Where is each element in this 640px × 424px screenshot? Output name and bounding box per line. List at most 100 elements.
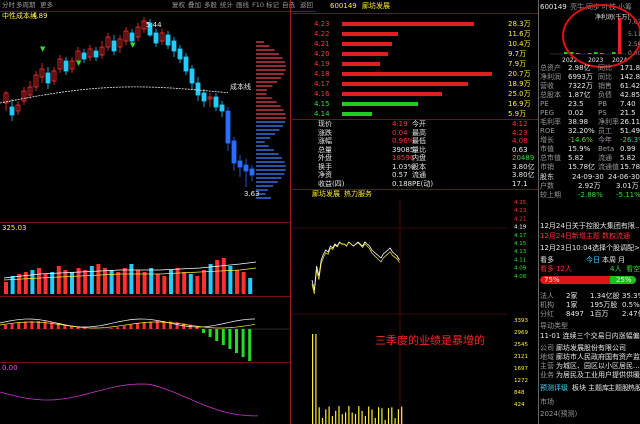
fin-label: PS	[598, 109, 607, 117]
volume-axis-tick: 1272	[514, 378, 528, 384]
chip-bar	[256, 185, 274, 187]
price-axis-tick: 4.25	[514, 200, 527, 206]
intraday-volume-bar	[318, 407, 320, 424]
holders-label: 股东	[540, 173, 554, 181]
chip-bar	[256, 161, 285, 163]
fin-value: 1.87亿	[568, 91, 591, 99]
intraday-volume-bar	[361, 410, 363, 424]
btn-f10[interactable]: F10	[252, 1, 264, 10]
volume-bar	[89, 266, 94, 294]
btn-overlay[interactable]: 叠加	[188, 1, 201, 10]
news-item[interactable]: 12月23日10:04选择个股调配>	[540, 244, 640, 253]
intraday-volume-bar	[341, 414, 343, 424]
macd-bar	[208, 329, 212, 337]
intraday-chart[interactable]: 4.25 4.23 4.21 4.19 4.17 4.15 4.13 4.11 4.09 4.08…	[292, 200, 538, 424]
holders-row2-a: -2.88%	[578, 191, 603, 199]
news-item[interactable]: 12月24日关于控股大集团有限...	[540, 222, 640, 231]
intraday-volume-bar	[391, 407, 393, 424]
bid-volume-bar	[342, 92, 442, 96]
fin-value: 51.49	[620, 127, 640, 135]
volume-bar	[50, 272, 55, 294]
chip-bar	[256, 145, 269, 147]
fin-label: 销售	[598, 82, 612, 90]
macd-chart[interactable]	[0, 297, 290, 362]
bid-volume: 20.7万	[508, 70, 531, 78]
bid-price: 4.15	[314, 100, 330, 108]
price-axis-tick: 4.09	[514, 266, 527, 272]
bid-price: 4.16	[314, 90, 330, 98]
btn-adjust[interactable]: 复权	[172, 1, 185, 10]
events-label: 导动类型	[540, 322, 568, 330]
fin-label: PE	[540, 100, 549, 108]
macd-bar	[4, 325, 7, 329]
rating-value: 8497	[566, 310, 584, 318]
volume-bar	[4, 282, 8, 294]
ask-volume-bar	[342, 52, 388, 56]
rating-value: 1家	[566, 301, 578, 309]
sub-indicator-chart[interactable]	[0, 372, 290, 424]
ask-volume: 7.9万	[508, 60, 527, 68]
tab-theme-stock[interactable]: 主题股	[608, 384, 629, 393]
cost-line	[0, 86, 229, 104]
chip-bar	[256, 125, 283, 127]
bull-label: 看多	[540, 265, 554, 273]
signal-arrow-icon: ▼	[76, 59, 82, 67]
poll-tab-week[interactable]: 本周	[602, 256, 616, 265]
signal-arrow-icon: ▼	[40, 45, 46, 53]
macd-bar	[10, 323, 14, 329]
tab-forecast[interactable]: 预测评级	[540, 384, 568, 393]
fin-value: 42.85%	[620, 91, 640, 99]
bid-volume: 25.0万	[508, 90, 531, 98]
chip-bar	[256, 101, 277, 103]
ask-volume: 9.7万	[508, 50, 527, 58]
tab-multi-period[interactable]: 多周期	[16, 1, 36, 10]
volume-chart[interactable]	[0, 234, 290, 296]
macd-bar	[136, 323, 139, 329]
intraday-volume-bar	[384, 419, 386, 424]
rating-value: 195万股	[590, 301, 618, 309]
chip-bar	[256, 69, 286, 71]
btn-mark[interactable]: 标记	[266, 1, 279, 10]
tab-theme-lib[interactable]: 主题库	[588, 384, 609, 393]
news-item[interactable]: 12月24日新增主题 数权流通	[540, 232, 630, 241]
ask-price: 4.19	[314, 60, 330, 68]
tab-sector-list[interactable]: 板块	[572, 384, 586, 393]
chip-bar	[256, 109, 284, 111]
intraday-volume-bar	[331, 416, 333, 424]
volume-bar	[175, 268, 180, 294]
holders-row1-b: 3.01万	[616, 182, 639, 190]
price-axis-tick: 4.13	[514, 249, 527, 255]
candle-body	[243, 164, 249, 172]
fin-label: 负债	[598, 91, 612, 99]
rating-value: 2.47亿股	[622, 310, 640, 318]
bull-count: 12人	[556, 265, 572, 273]
btn-multi[interactable]: 多股	[204, 1, 217, 10]
tab-sector[interactable]: 热力服务	[344, 190, 372, 199]
volume-bar	[103, 268, 107, 294]
fin-value: 7322万	[568, 82, 593, 90]
candle-body	[231, 140, 237, 164]
tab-more[interactable]: 更多	[40, 1, 53, 10]
quote-stats: 现价 4.19 今开 4.12 涨跌 0.04 最高 4.23 涨幅 0.96% 最低 4.08 总量 3…	[292, 120, 538, 188]
macd-bar	[116, 327, 120, 329]
candle-body	[183, 56, 189, 72]
tab-stock-intraday[interactable]: 廊坊发展	[312, 190, 340, 199]
company-value: 廊坊市人民政府国有资产监...	[556, 353, 640, 361]
bottom-row: 市场	[540, 398, 554, 406]
intraday-volume-bar	[312, 334, 314, 424]
fin-value: 0.02	[568, 109, 584, 117]
poll-tab-month[interactable]: 月	[618, 256, 625, 265]
intraday-volume-bar	[387, 408, 390, 424]
fin-label: 流通值	[598, 163, 619, 171]
btn-stats[interactable]: 统计	[220, 1, 233, 10]
stat-label: 收益(四)	[318, 179, 345, 188]
btn-draw[interactable]: 画线	[236, 1, 249, 10]
tab-intraday[interactable]: 分时	[2, 1, 15, 10]
tab-hot[interactable]: 热股	[628, 384, 640, 393]
volume-bar	[241, 272, 246, 294]
poll-tab-today[interactable]: 今日	[586, 256, 600, 265]
volume-axis-tick: 3393	[514, 318, 528, 324]
ask-volume: 11.6万	[508, 30, 531, 38]
intraday-volume-bar	[374, 417, 376, 424]
intraday-volume-bar	[358, 406, 360, 424]
